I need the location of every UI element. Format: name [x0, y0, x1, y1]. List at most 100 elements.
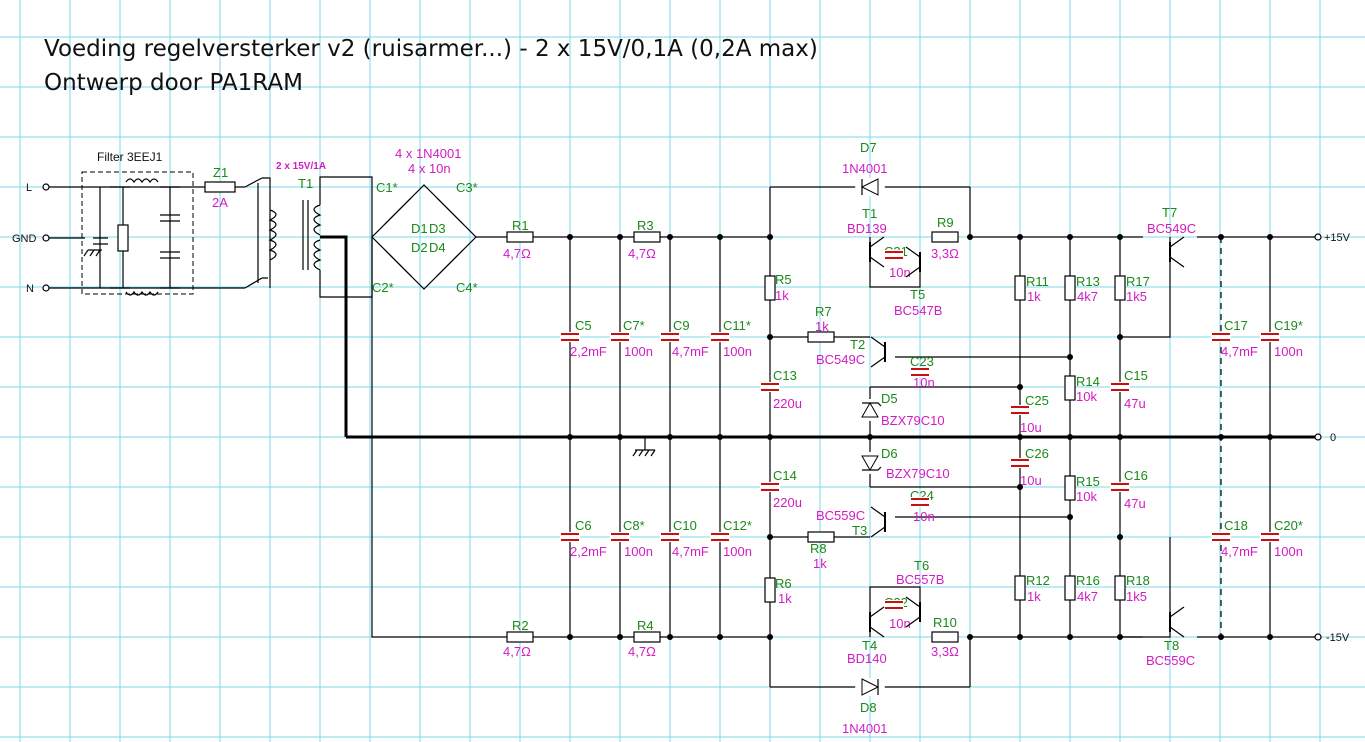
c20: [1260, 532, 1280, 542]
c8: [610, 532, 630, 542]
resistor-r1: [506, 231, 534, 243]
r10-ref: R10: [933, 615, 957, 630]
bridge-d3: D3: [429, 221, 446, 236]
bridge-c3: C3*: [456, 180, 478, 195]
d6-ref: D6: [881, 446, 898, 461]
junction-dot: [1117, 434, 1123, 440]
junction-dot: [667, 434, 673, 440]
r5-value: 1k: [775, 288, 789, 303]
junction-dot: [967, 634, 973, 640]
junction-dot: [617, 434, 623, 440]
junction-dot: [1067, 234, 1073, 240]
terminal-gnd: [42, 234, 50, 242]
t2-ref: T2: [850, 337, 865, 352]
junction-dot: [1017, 234, 1023, 240]
r8-ref: R8: [810, 541, 827, 556]
c17: [1211, 332, 1231, 342]
c16-value: 47u: [1124, 496, 1146, 511]
junction-dot: [1017, 634, 1023, 640]
junction-dot: [1117, 534, 1123, 540]
c12: [710, 532, 730, 542]
d7-ref: D7: [860, 140, 877, 155]
c15-ref: C15: [1124, 368, 1148, 383]
rails: +15V 0 -15V: [346, 187, 1351, 687]
junction-dot: [617, 634, 623, 640]
schematic-title: Voeding regelversterker v2 (ruisarmer...…: [44, 36, 818, 62]
resistor-r9: [931, 231, 959, 243]
c15-value: 47u: [1124, 396, 1146, 411]
junction-dot: [567, 434, 573, 440]
r14-value: 10k: [1076, 389, 1097, 404]
transistor-t4: [869, 606, 885, 638]
c6: [560, 532, 580, 542]
t7-value: BC549C: [1147, 221, 1196, 236]
bridge-d4: D4: [429, 240, 446, 255]
c17-ref: C17: [1224, 318, 1248, 333]
filter-box: [81, 171, 194, 295]
bridge-d2: D2: [411, 240, 428, 255]
resistor-r2: [506, 631, 534, 643]
filter-resistor: [117, 224, 129, 252]
r18-value: 1k5: [1126, 589, 1147, 604]
c23-ref: C23: [910, 354, 934, 369]
r7-ref: R7: [815, 304, 832, 319]
junction-dot: [717, 234, 723, 240]
c8-ref: C8*: [623, 518, 645, 533]
output-zero-label: 0: [1330, 432, 1336, 444]
output-zero-terminal: [1314, 433, 1322, 441]
d8-value: 1N4001: [842, 721, 888, 736]
capacitor-c23: [910, 367, 930, 377]
c19: [1260, 332, 1280, 342]
r11-value: 1k: [1027, 289, 1041, 304]
transistor-t3: [870, 506, 886, 538]
c15: [1110, 382, 1130, 392]
output-pos-terminal: [1314, 233, 1322, 241]
junction-dot: [1117, 234, 1123, 240]
t5-ref: T5: [910, 287, 925, 302]
c19-ref: C19*: [1274, 318, 1303, 333]
junction-dot: [1218, 234, 1224, 240]
c14: [760, 482, 780, 492]
c9-value: 4,7mF: [672, 344, 709, 359]
r9-value: 3,3Ω: [931, 246, 959, 261]
resistor-r11: [1014, 275, 1026, 301]
resistor-r15: [1064, 475, 1076, 501]
resistor-r6: [764, 577, 776, 603]
c6-ref: C6: [575, 518, 592, 533]
output-neg-terminal: [1314, 633, 1322, 641]
chassis-ground-icon: [632, 437, 656, 457]
r6-ref: R6: [775, 576, 792, 591]
c20-ref: C20*: [1274, 518, 1303, 533]
c12-ref: C12*: [723, 518, 752, 533]
mains-input: L GND N Filter 3EEJ1 Z1 2A: [12, 150, 271, 296]
r10-value: 3,3Ω: [931, 644, 959, 659]
c16-ref: C16: [1124, 468, 1148, 483]
r13-value: 4k7: [1077, 289, 1098, 304]
t5-value: BC547B: [894, 303, 942, 318]
output-pos-label: +15V: [1324, 232, 1351, 244]
r6-value: 1k: [778, 591, 792, 606]
r2-value: 4,7Ω: [503, 644, 531, 659]
r5-ref: R5: [775, 272, 792, 287]
bridge-d1: D1: [411, 221, 428, 236]
schematic-subtitle: Ontwerp door PA1RAM: [44, 70, 303, 96]
t3-ref: T3: [852, 523, 867, 538]
c11: [710, 332, 730, 342]
junction-dot: [1117, 334, 1123, 340]
r14-ref: R14: [1076, 374, 1100, 389]
t8-ref: T8: [1164, 638, 1179, 653]
c14-value: 220u: [773, 495, 802, 510]
c7: [610, 332, 630, 342]
t1b-ref: T1: [862, 206, 877, 221]
zener-d5: [860, 399, 882, 421]
d8-ref: D8: [860, 700, 877, 715]
r1-ref: R1: [512, 218, 529, 233]
filter-label: Filter 3EEJ1: [97, 150, 163, 164]
c21-value: 10n: [889, 265, 911, 280]
junction-dot: [1067, 434, 1073, 440]
bridge-note2: 4 x 10n: [408, 161, 451, 176]
schematic-canvas: L GND N Filter 3EEJ1 Z1 2A 2 x 15V/1A T1…: [0, 0, 1365, 742]
c26: [1010, 458, 1030, 468]
c23-value: 10n: [913, 375, 935, 390]
t6-value: BC557B: [896, 572, 944, 587]
